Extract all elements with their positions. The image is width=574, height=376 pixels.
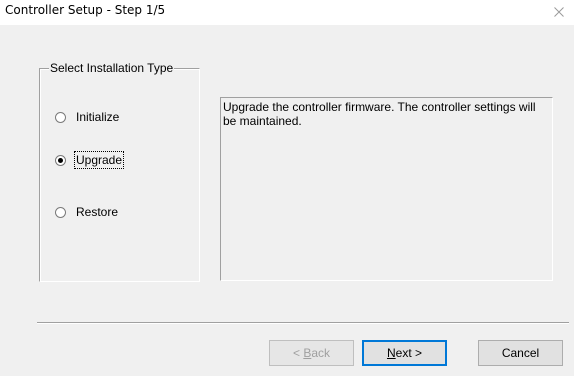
radio-restore[interactable]: Restore bbox=[55, 204, 118, 220]
back-button-prefix: < bbox=[292, 346, 304, 360]
description-text: Upgrade the controller firmware. The con… bbox=[223, 100, 536, 128]
window-title: Controller Setup - Step 1/5 bbox=[5, 3, 166, 17]
separator-line bbox=[37, 322, 569, 324]
installation-type-group: Select Installation Type bbox=[39, 61, 200, 282]
radio-initialize[interactable]: Initialize bbox=[55, 109, 119, 125]
radio-initialize-label: Initialize bbox=[76, 110, 120, 124]
next-button-rest: ext > bbox=[395, 346, 423, 360]
title-bar[interactable]: Controller Setup - Step 1/5 bbox=[0, 0, 574, 25]
back-button-rest: ack bbox=[311, 346, 331, 360]
radio-circle-icon[interactable] bbox=[55, 206, 66, 218]
cancel-button[interactable]: Cancel bbox=[478, 340, 563, 366]
next-button-accel: N bbox=[386, 346, 396, 360]
close-icon bbox=[554, 7, 564, 17]
cancel-button-label: Cancel bbox=[501, 346, 540, 360]
radio-restore-label: Restore bbox=[76, 205, 119, 219]
installation-type-legend: Select Installation Type bbox=[49, 61, 175, 75]
back-button[interactable]: < Back bbox=[269, 340, 354, 366]
radio-circle-icon[interactable] bbox=[55, 111, 66, 123]
back-button-accel: B bbox=[303, 346, 312, 360]
radio-dot-icon bbox=[58, 157, 63, 163]
radio-upgrade[interactable]: Upgrade bbox=[55, 151, 125, 169]
description-panel: Upgrade the controller firmware. The con… bbox=[220, 97, 553, 281]
close-button[interactable] bbox=[544, 0, 574, 24]
radio-upgrade-label: Upgrade bbox=[73, 151, 125, 169]
next-button[interactable]: Next > bbox=[362, 340, 447, 366]
setup-dialog: Controller Setup - Step 1/5 Select Insta… bbox=[0, 0, 574, 376]
radio-selected-icon[interactable] bbox=[55, 154, 66, 166]
